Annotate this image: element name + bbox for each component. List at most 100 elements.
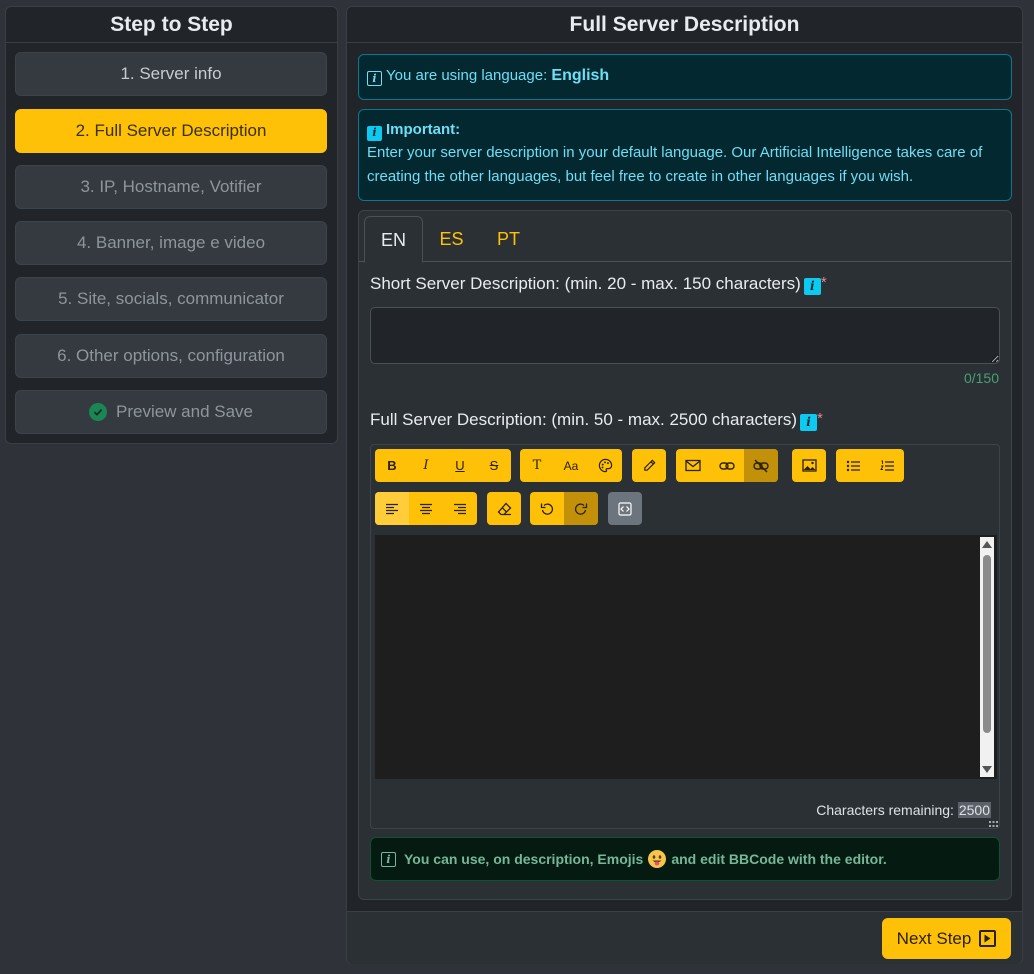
info-icon[interactable]: i <box>800 413 818 431</box>
highlight-button[interactable] <box>632 449 666 482</box>
clear-format-button[interactable] <box>487 492 521 525</box>
sidebar-title: Step to Step <box>6 7 337 43</box>
align-center-button[interactable] <box>409 492 443 525</box>
step-site-socials-communicator[interactable]: 5. Site, socials, communicator <box>15 277 327 321</box>
font-size-icon: Aa <box>563 458 579 473</box>
font-size-button[interactable]: Aa <box>554 449 588 482</box>
link-group <box>676 449 778 482</box>
undo-icon <box>540 503 554 515</box>
font-family-button[interactable]: T <box>520 449 554 482</box>
unlink-button[interactable] <box>744 449 778 482</box>
list-group <box>836 449 904 482</box>
source-code-button[interactable] <box>608 492 642 525</box>
format-group: B I U S <box>375 449 511 482</box>
step-label: Preview and Save <box>115 402 254 421</box>
check-circle-icon <box>88 403 107 421</box>
numbered-list-icon <box>879 460 894 471</box>
resize-grip-icon[interactable] <box>989 821 998 827</box>
image-group <box>792 449 826 482</box>
undo-button[interactable] <box>530 492 564 525</box>
important-title: Important: <box>386 121 461 138</box>
link-icon <box>719 461 735 470</box>
required-asterisk: * <box>820 274 827 291</box>
full-description-label-text: Full Server Description: (min. 50 - max.… <box>370 410 798 429</box>
info-icon: i <box>381 851 396 867</box>
characters-remaining: Characters remaining: 2500 <box>816 802 991 818</box>
step-label: 1. Server info <box>120 64 222 83</box>
emoji-tip-alert: i You can use, on description, Emojis an… <box>370 837 1000 881</box>
tab-en[interactable]: EN <box>364 216 423 263</box>
strikethrough-icon: S <box>489 458 499 473</box>
tongue-face-emoji-icon <box>648 850 667 868</box>
step-label: 4. Banner, image e video <box>76 233 266 252</box>
play-icon <box>979 930 997 947</box>
step-label: 6. Other options, configuration <box>57 346 285 365</box>
bbcode-editor: B I U S T Aa Characters remaining: 2500 <box>370 444 1000 829</box>
editor-content-area[interactable] <box>375 535 997 779</box>
required-asterisk: * <box>817 410 823 427</box>
image-button[interactable] <box>792 449 826 482</box>
info-icon: i <box>367 125 382 141</box>
short-description-input[interactable] <box>370 307 1000 364</box>
numbered-list-button[interactable] <box>870 449 904 482</box>
scroll-down-icon[interactable] <box>982 766 992 773</box>
full-description-label: Full Server Description: (min. 50 - max.… <box>370 410 823 431</box>
step-other-options[interactable]: 6. Other options, configuration <box>15 334 327 378</box>
redo-button[interactable] <box>564 492 598 525</box>
code-icon <box>618 501 632 516</box>
align-left-button[interactable] <box>375 492 409 525</box>
info-icon: i <box>367 71 382 86</box>
image-icon <box>801 459 817 472</box>
underline-button[interactable]: U <box>443 449 477 482</box>
tab-pt[interactable]: PT <box>480 216 537 263</box>
bullet-list-button[interactable] <box>836 449 870 482</box>
highlight-group <box>632 449 666 482</box>
tab-es[interactable]: ES <box>423 216 480 263</box>
underline-icon: U <box>455 458 465 473</box>
main-panel: Full Server Description i You are using l… <box>346 6 1023 964</box>
chars-remaining-value: 2500 <box>957 802 991 818</box>
bold-button[interactable]: B <box>375 449 409 482</box>
history-group <box>530 492 598 525</box>
short-description-counter: 0/150 <box>963 370 999 386</box>
color-button[interactable] <box>588 449 622 482</box>
scrollbar-thumb[interactable] <box>983 555 991 733</box>
strikethrough-button[interactable]: S <box>477 449 511 482</box>
chars-remaining-label: Characters remaining: <box>816 802 954 818</box>
eraser-group <box>487 492 521 525</box>
step-banner-image-video[interactable]: 4. Banner, image e video <box>15 221 327 265</box>
main-footer: Next Step <box>347 911 1022 964</box>
scroll-up-icon[interactable] <box>982 541 992 548</box>
step-label: 3. IP, Hostname, Votifier <box>80 177 262 196</box>
palette-icon <box>598 458 612 473</box>
short-description-label: Short Server Description: (min. 20 - max… <box>370 274 827 295</box>
font-icon: T <box>532 458 542 473</box>
next-step-button[interactable]: Next Step <box>882 918 1011 959</box>
page-title: Full Server Description <box>347 7 1022 43</box>
align-right-button[interactable] <box>443 492 477 525</box>
editor-scrollbar[interactable] <box>980 537 994 777</box>
bold-icon: B <box>387 458 397 473</box>
link-button[interactable] <box>710 449 744 482</box>
steps-sidebar: Step to Step 1. Server info 2. Full Serv… <box>5 6 338 444</box>
step-ip-hostname-votifier[interactable]: 3. IP, Hostname, Votifier <box>15 165 327 209</box>
description-card: EN ES PT Short Server Description: (min.… <box>358 210 1012 900</box>
align-right-icon <box>454 503 466 514</box>
info-icon[interactable]: i <box>803 277 821 295</box>
step-full-server-description[interactable]: 2. Full Server Description <box>15 109 327 153</box>
tip-text-after: and edit BBCode with the editor. <box>671 851 887 867</box>
align-center-icon <box>420 503 432 514</box>
step-server-info[interactable]: 1. Server info <box>15 52 327 96</box>
step-preview-and-save[interactable]: Preview and Save <box>15 390 327 434</box>
email-button[interactable] <box>676 449 710 482</box>
bullet-list-icon <box>846 460 860 471</box>
tip-text-before: You can use, on description, Emojis <box>404 851 644 867</box>
italic-button[interactable]: I <box>409 449 443 482</box>
step-label: 2. Full Server Description <box>75 121 267 140</box>
envelope-icon <box>685 459 701 472</box>
source-group <box>608 492 642 525</box>
italic-icon: I <box>423 458 429 473</box>
current-language: English <box>551 67 610 84</box>
unlink-icon <box>753 459 769 472</box>
short-description-label-text: Short Server Description: (min. 20 - max… <box>370 274 801 293</box>
